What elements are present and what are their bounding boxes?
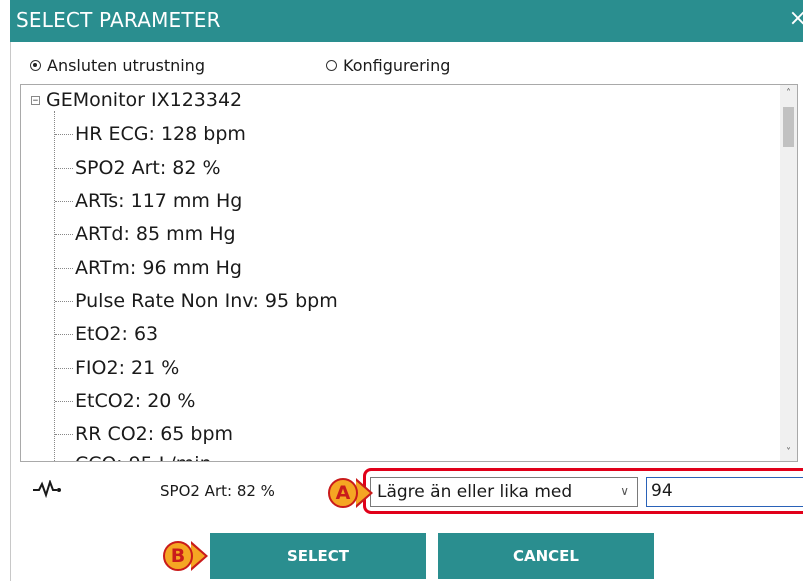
tree-item-label[interactable]: EtCO2: 20 %	[75, 390, 195, 412]
parameter-tree[interactable]: − GEMonitor IX123342 HR ECG: 128 bpm SPO…	[20, 84, 798, 462]
window-title: SELECT PARAMETER	[16, 8, 221, 32]
tree-item-label[interactable]: SPO2 Art: 82 %	[75, 157, 221, 179]
tree-item-label[interactable]: FIO2: 21 %	[75, 357, 179, 379]
source-radio-group: Ansluten utrustning Konfigurering	[20, 56, 790, 78]
radio-ansluten-utrustning[interactable]: Ansluten utrustning	[30, 56, 205, 75]
tree-item-label[interactable]: HR ECG: 128 bpm	[75, 123, 246, 145]
threshold-row: SPO2 Art: 82 % Lägre än eller lika med ∨…	[20, 468, 803, 514]
annotation-badge-a: A	[328, 478, 358, 508]
tree-item[interactable]: HR ECG: 128 bpm	[55, 123, 246, 145]
select-button[interactable]: SELECT	[210, 533, 426, 579]
scroll-up-icon[interactable]: ˄	[780, 85, 797, 102]
tree-item[interactable]: ARTs: 117 mm Hg	[55, 190, 242, 212]
title-bar: SELECT PARAMETER ×	[10, 0, 803, 42]
tree-item[interactable]: EtCO2: 20 %	[55, 390, 195, 412]
tree-item[interactable]: ARTd: 85 mm Hg	[55, 223, 236, 245]
radio-label: Ansluten utrustning	[47, 56, 205, 75]
annotation-badge-b: B	[163, 541, 193, 571]
radio-unchecked-icon[interactable]	[326, 60, 337, 71]
condition-select[interactable]: Lägre än eller lika med ∨	[370, 477, 638, 507]
radio-konfigurering[interactable]: Konfigurering	[326, 56, 450, 75]
tree-item-label[interactable]: CCO: 95 L/min	[75, 453, 212, 461]
chevron-down-icon[interactable]: ∨	[620, 484, 629, 498]
vertical-scrollbar[interactable]: ˄ ˅	[780, 85, 797, 461]
tree-item[interactable]: ARTm: 96 mm Hg	[55, 257, 242, 279]
tree-item[interactable]: EtO2: 63	[55, 323, 158, 345]
radio-checked-icon[interactable]	[30, 60, 41, 71]
selected-parameter-label: SPO2 Art: 82 %	[160, 482, 275, 500]
tree-item[interactable]: SPO2 Art: 82 %	[55, 157, 221, 179]
scroll-down-icon[interactable]: ˅	[780, 444, 797, 461]
tree-item-label[interactable]: ARTd: 85 mm Hg	[75, 223, 236, 245]
tree-item[interactable]: CCO: 95 L/min	[55, 453, 212, 461]
radio-label: Konfigurering	[343, 56, 451, 75]
tree-item-label[interactable]: ARTs: 117 mm Hg	[75, 190, 242, 212]
tree-root-node[interactable]: − GEMonitor IX123342	[31, 89, 242, 111]
tree-item-label[interactable]: ARTm: 96 mm Hg	[75, 257, 242, 279]
threshold-input[interactable]: 94	[646, 477, 803, 507]
tree-root-label[interactable]: GEMonitor IX123342	[46, 89, 242, 111]
tree-item-label[interactable]: RR CO2: 65 bpm	[75, 423, 233, 445]
left-window-edge	[0, 0, 11, 581]
annotation-arrow-b-fill	[191, 544, 205, 568]
close-icon[interactable]: ×	[789, 6, 803, 31]
tree-item[interactable]: RR CO2: 65 bpm	[55, 423, 233, 445]
scroll-thumb[interactable]	[783, 107, 794, 147]
tree-item-label[interactable]: EtO2: 63	[75, 323, 158, 345]
condition-selected-value[interactable]: Lägre än eller lika med	[377, 482, 572, 502]
waveform-icon	[33, 480, 61, 498]
collapse-icon[interactable]: −	[31, 95, 40, 105]
annotation-arrow-a-fill	[356, 481, 370, 505]
tree-item[interactable]: FIO2: 21 %	[55, 357, 179, 379]
tree-item[interactable]: Pulse Rate Non Inv: 95 bpm	[55, 290, 338, 312]
cancel-button[interactable]: CANCEL	[438, 533, 654, 579]
tree-item-label[interactable]: Pulse Rate Non Inv: 95 bpm	[75, 290, 338, 312]
